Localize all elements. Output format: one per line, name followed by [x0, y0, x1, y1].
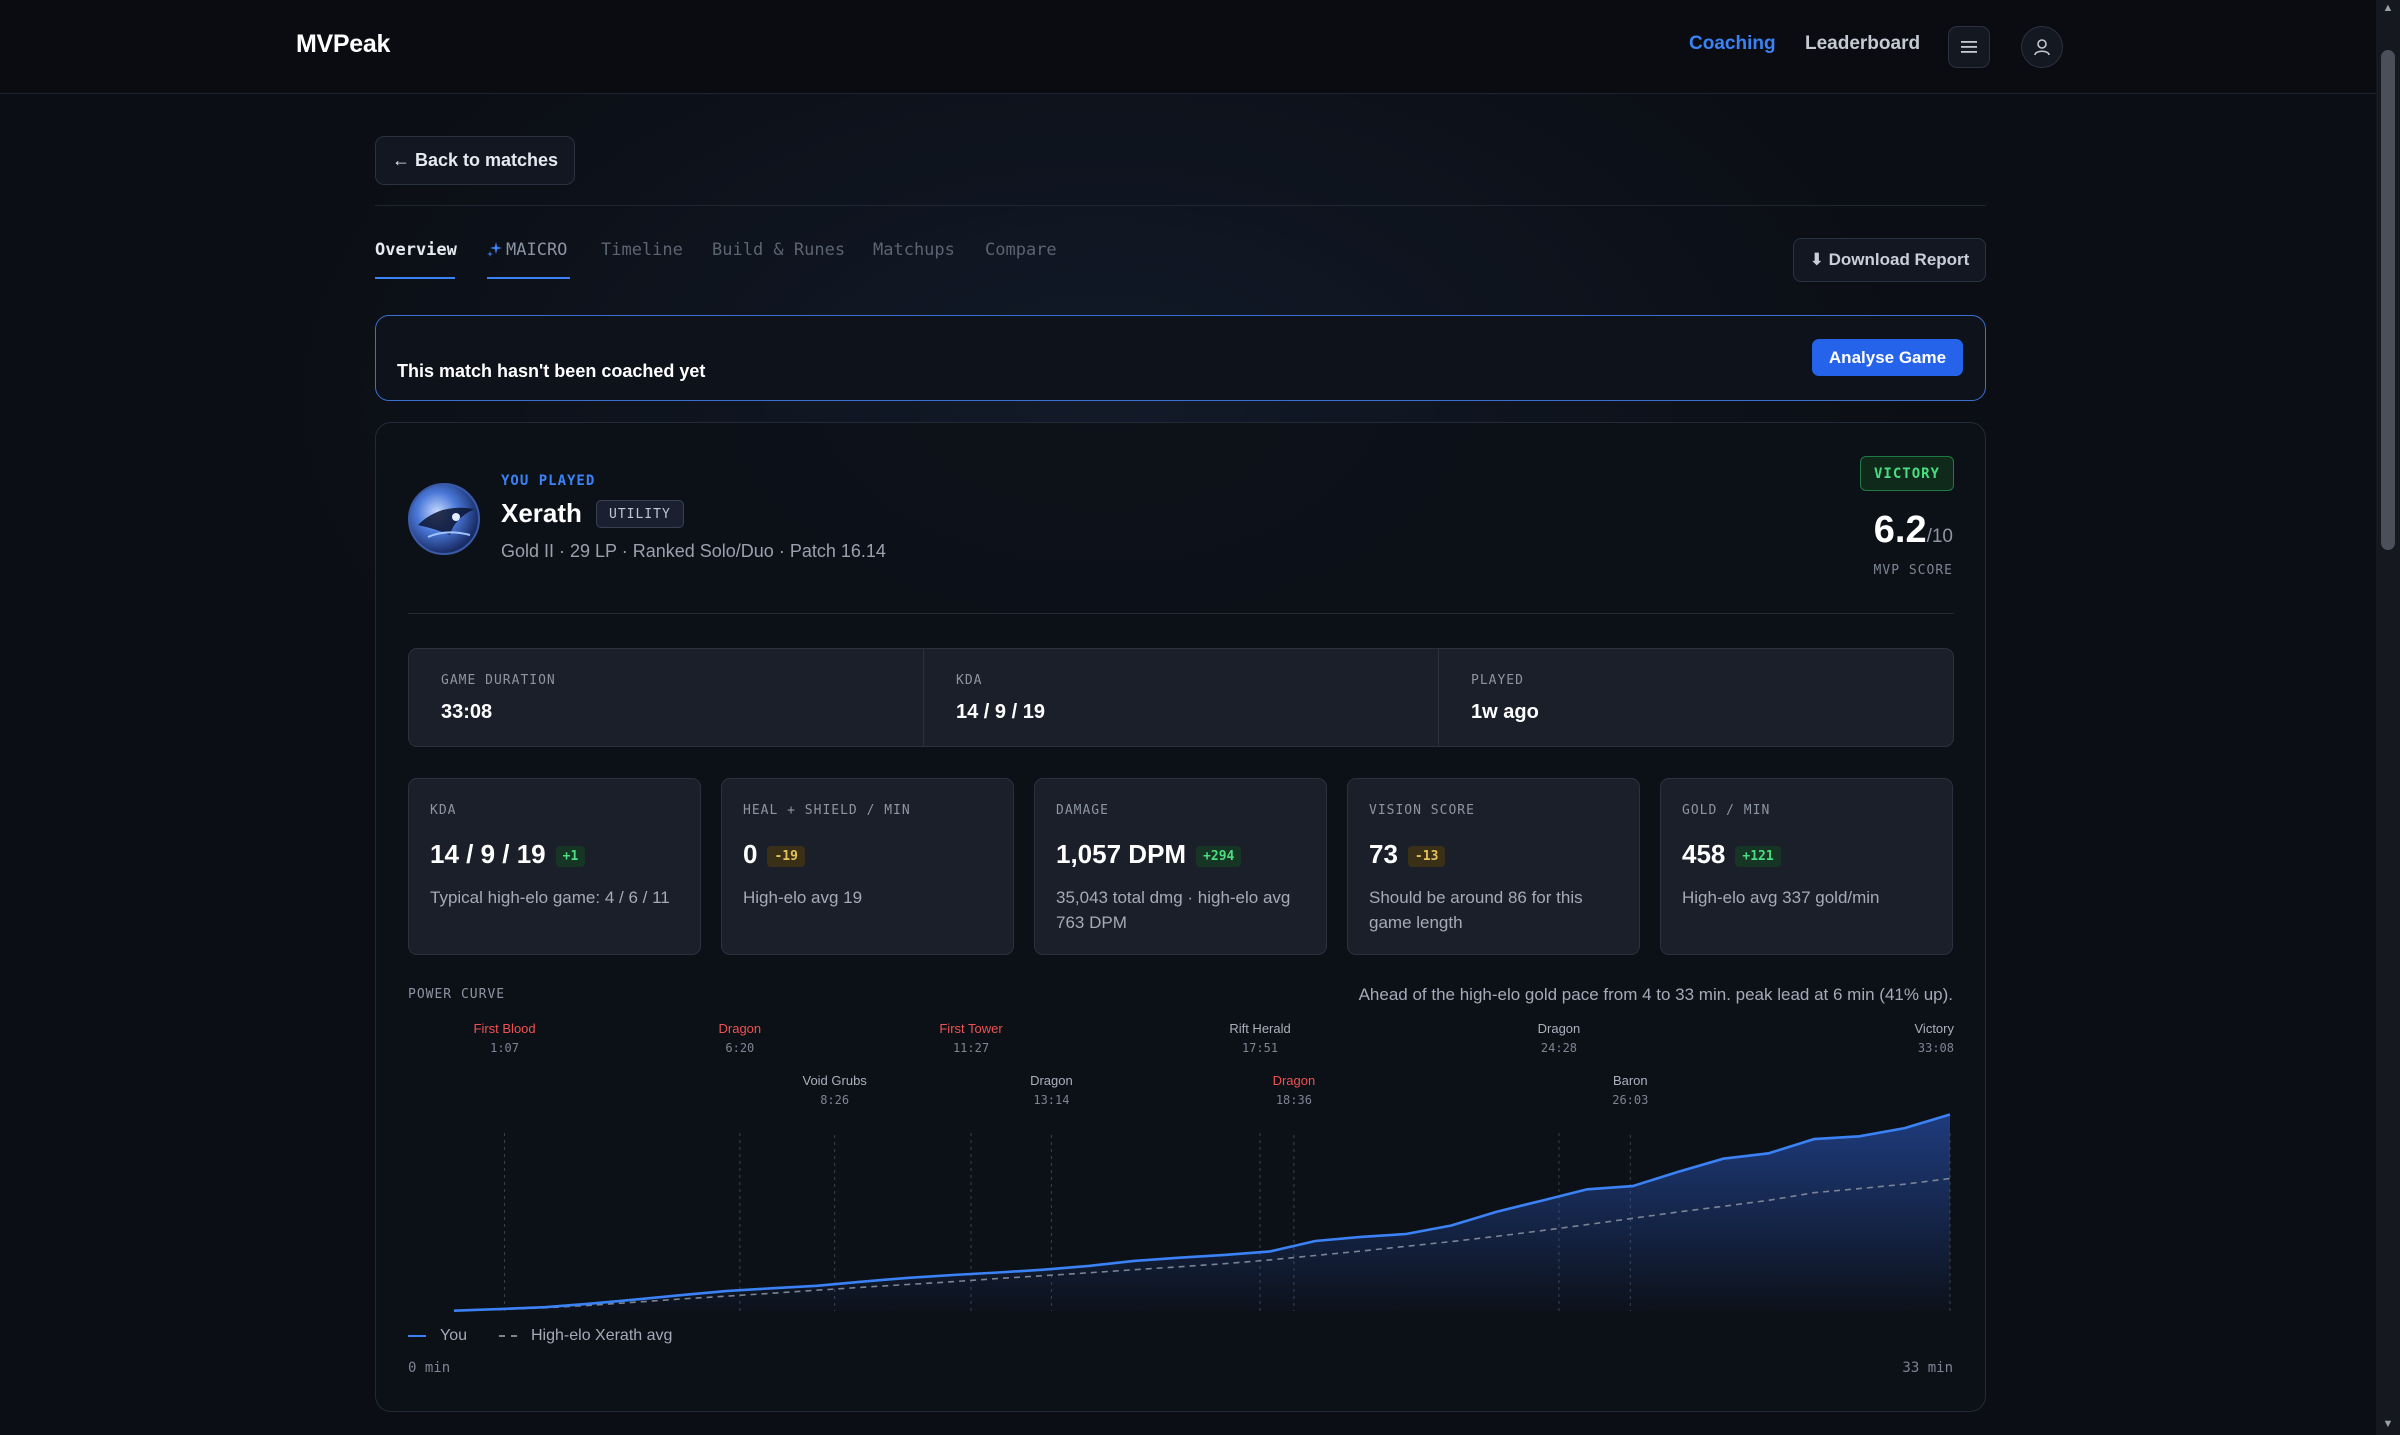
- tab-maicro-label: MAICRO: [506, 240, 568, 260]
- event-time-label: 1:07: [490, 1041, 519, 1055]
- banner-text: This match hasn't been coached yet: [397, 361, 706, 381]
- scrollbar-thumb[interactable]: [2381, 50, 2395, 550]
- power-curve-chart: First Blood 1:07 Dragon 6:20 Void Grubs 8:26 F…: [453, 1021, 1955, 1312]
- tab-build-runes[interactable]: Build & Runes: [712, 240, 845, 260]
- tab-maicro-underline: [487, 277, 570, 279]
- tab-overview[interactable]: Overview: [375, 240, 457, 260]
- event-name-label: Void Grubs: [802, 1073, 867, 1088]
- legend-you-label: You: [440, 1327, 467, 1344]
- event-name-label: Baron: [1613, 1073, 1648, 1088]
- match-card: YOU PLAYED Xerath UTILITY Gold II · 29 L…: [375, 422, 1986, 1412]
- user-button[interactable]: [2021, 26, 2063, 68]
- tab-timeline[interactable]: Timeline: [601, 240, 683, 260]
- divider: [375, 205, 1986, 206]
- event-time-label: 11:27: [953, 1041, 989, 1055]
- top-bar: MVPeak Coaching Leaderboard: [0, 0, 2376, 94]
- axis-end-label: 33 min: [1902, 1360, 1953, 1376]
- legend-you-swatch: [408, 1335, 426, 1337]
- scroll-down-arrow-icon[interactable]: ▼: [2381, 1418, 2395, 1432]
- nav-coaching[interactable]: Coaching: [1689, 33, 1776, 55]
- axis-start-label: 0 min: [408, 1360, 451, 1376]
- event-name-label: First Tower: [939, 1021, 1003, 1036]
- event-name-label: Dragon: [1273, 1073, 1316, 1088]
- event-name-label: Dragon: [719, 1021, 762, 1036]
- event-name-label: Rift Herald: [1229, 1021, 1290, 1036]
- event-name-label: First Blood: [474, 1021, 536, 1036]
- nav-leaderboard[interactable]: Leaderboard: [1805, 33, 1920, 55]
- chart-legend: You High-elo Xerath avg: [408, 1327, 672, 1345]
- event-time-label: 8:26: [820, 1093, 849, 1107]
- coaching-banner: This match hasn't been coached yet Analy…: [375, 315, 1986, 401]
- hamburger-icon: [1961, 41, 1977, 53]
- event-time-label: 24:28: [1541, 1041, 1577, 1055]
- legend-avg-swatch: [499, 1335, 517, 1337]
- tab-matchups[interactable]: Matchups: [873, 240, 955, 260]
- scroll-up-arrow-icon[interactable]: ▲: [2381, 2, 2395, 16]
- event-name-label: Dragon: [1030, 1073, 1073, 1088]
- event-time-label: 17:51: [1242, 1041, 1278, 1055]
- tab-maicro[interactable]: MAICRO: [487, 240, 567, 260]
- analyse-game-button[interactable]: Analyse Game: [1812, 339, 1963, 376]
- user-icon: [2034, 39, 2050, 56]
- back-to-matches-button[interactable]: ← Back to matches: [375, 136, 575, 185]
- event-name-label: Victory: [1915, 1021, 1955, 1036]
- download-report-button[interactable]: ⬇ Download Report: [1793, 238, 1986, 282]
- event-time-label: 6:20: [725, 1041, 754, 1055]
- legend-avg-label: High-elo Xerath avg: [531, 1327, 673, 1344]
- brand-logo[interactable]: MVPeak: [296, 30, 390, 59]
- event-time-label: 26:03: [1612, 1093, 1648, 1107]
- tab-overview-underline: [375, 277, 455, 279]
- event-time-label: 13:14: [1033, 1093, 1069, 1107]
- sparkle-icon: [487, 242, 502, 257]
- menu-button[interactable]: [1948, 26, 1990, 68]
- event-time-label: 18:36: [1276, 1093, 1312, 1107]
- event-name-label: Dragon: [1538, 1021, 1581, 1036]
- event-time-label: 33:08: [1918, 1041, 1954, 1055]
- you-area-fill: [454, 1114, 1950, 1311]
- tab-compare[interactable]: Compare: [985, 240, 1057, 260]
